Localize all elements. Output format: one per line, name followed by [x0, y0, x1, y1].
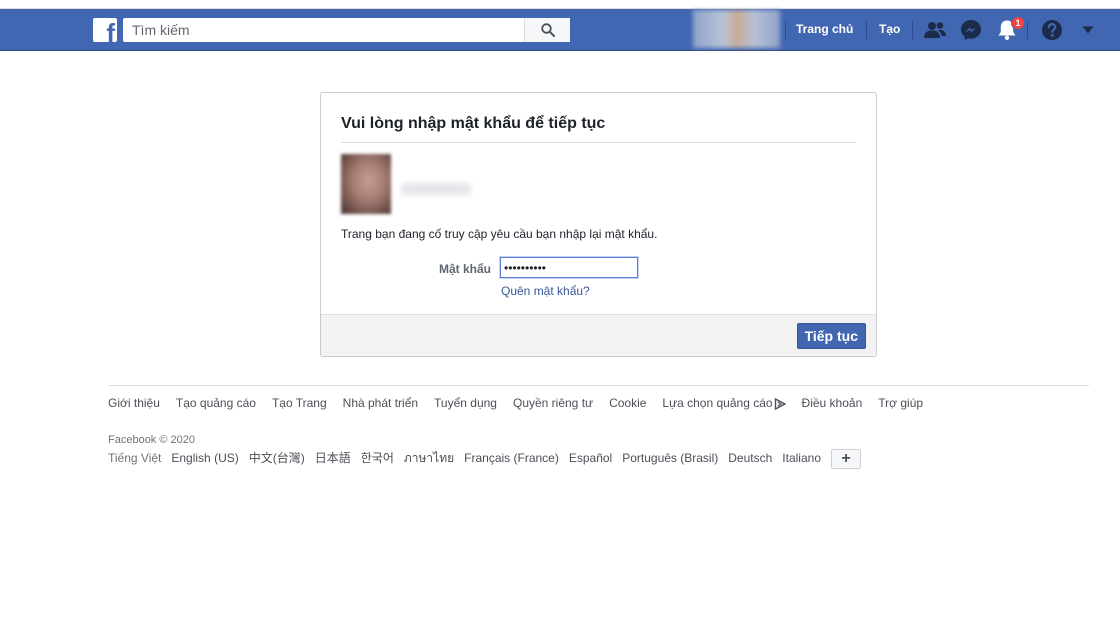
language-option[interactable]: English (US): [171, 451, 238, 465]
continue-button[interactable]: Tiếp tục: [796, 323, 866, 349]
password-label: Mật khẩu: [439, 262, 492, 276]
language-option[interactable]: 日本語: [315, 451, 351, 465]
reauthentication-dialog: Vui lòng nhập mật khẩu để tiếp tục Trang…: [320, 92, 877, 357]
user-name-redacted: [401, 183, 471, 195]
more-languages-button[interactable]: +: [831, 449, 861, 469]
footer-link-cookies[interactable]: Cookie: [609, 396, 646, 410]
dialog-footer: Tiếp tục: [321, 314, 876, 356]
search-icon: [540, 23, 555, 37]
notification-count-badge: 1: [1011, 16, 1025, 30]
nav-divider: [866, 21, 867, 39]
nav-divider: [912, 21, 913, 39]
search-bar: [123, 18, 570, 42]
browser-top-strip: [0, 0, 1120, 9]
nav-divider: [1027, 21, 1028, 39]
profile-shortcut[interactable]: [693, 10, 780, 48]
nav-home-link[interactable]: Trang chủ: [796, 22, 853, 36]
footer-link-privacy[interactable]: Quyền riêng tư: [513, 396, 593, 410]
adchoices-icon[interactable]: [774, 397, 786, 410]
language-option[interactable]: ภาษาไทย: [404, 451, 454, 465]
password-input[interactable]: [500, 257, 638, 278]
page-footer: Giới thiệu Tạo quảng cáo Tạo Trang Nhà phát…: [108, 385, 1089, 469]
search-button[interactable]: [524, 18, 570, 42]
dialog-title: Vui lòng nhập mật khẩu để tiếp tục: [341, 115, 606, 132]
language-option[interactable]: Français (France): [464, 451, 559, 465]
nav-create-link[interactable]: Tạo: [879, 22, 900, 36]
language-selector: Tiếng Việt English (US) 中文(台灣) 日本語 한국어 ภาษาไท…: [108, 449, 877, 469]
language-option[interactable]: 中文(台灣): [249, 451, 305, 465]
footer-link-create-page[interactable]: Tạo Trang: [272, 396, 327, 410]
language-option[interactable]: Português (Brasil): [622, 451, 718, 465]
language-option[interactable]: Italiano: [782, 451, 821, 465]
language-option[interactable]: Deutsch: [728, 451, 772, 465]
footer-link-help[interactable]: Trợ giúp: [878, 396, 923, 410]
current-language: Tiếng Việt: [108, 451, 162, 466]
language-option[interactable]: Español: [569, 451, 612, 465]
dialog-divider: [341, 142, 856, 143]
footer-link-careers[interactable]: Tuyển dụng: [434, 396, 497, 410]
footer-link-developers[interactable]: Nhà phát triển: [343, 396, 418, 410]
help-icon[interactable]: [1039, 17, 1065, 43]
friend-requests-icon[interactable]: [922, 17, 948, 43]
footer-link-ad-choices[interactable]: Lựa chọn quảng cáo: [662, 396, 772, 410]
language-option[interactable]: 한국어: [361, 451, 394, 465]
footer-link-terms[interactable]: Điều khoản: [802, 396, 863, 410]
search-input[interactable]: [123, 18, 523, 42]
footer-divider: [108, 385, 1089, 386]
forgot-password-link[interactable]: Quên mật khẩu?: [501, 284, 590, 298]
footer-links: Giới thiệu Tạo quảng cáo Tạo Trang Nhà phát…: [108, 396, 939, 410]
footer-link-create-ad[interactable]: Tạo quảng cáo: [176, 396, 256, 410]
account-menu-caret-icon[interactable]: [1075, 17, 1101, 43]
copyright-text: Facebook © 2020: [108, 434, 195, 446]
footer-link-about[interactable]: Giới thiệu: [108, 396, 160, 410]
top-navigation-bar: f Trang chủ Tạo 1: [0, 9, 1120, 51]
facebook-logo-icon[interactable]: f: [93, 18, 117, 42]
dialog-message: Trang bạn đang cố truy cập yêu cầu bạn n…: [341, 227, 658, 241]
user-avatar: [341, 154, 391, 214]
messenger-icon[interactable]: [958, 17, 984, 43]
nav-divider: [785, 21, 786, 39]
